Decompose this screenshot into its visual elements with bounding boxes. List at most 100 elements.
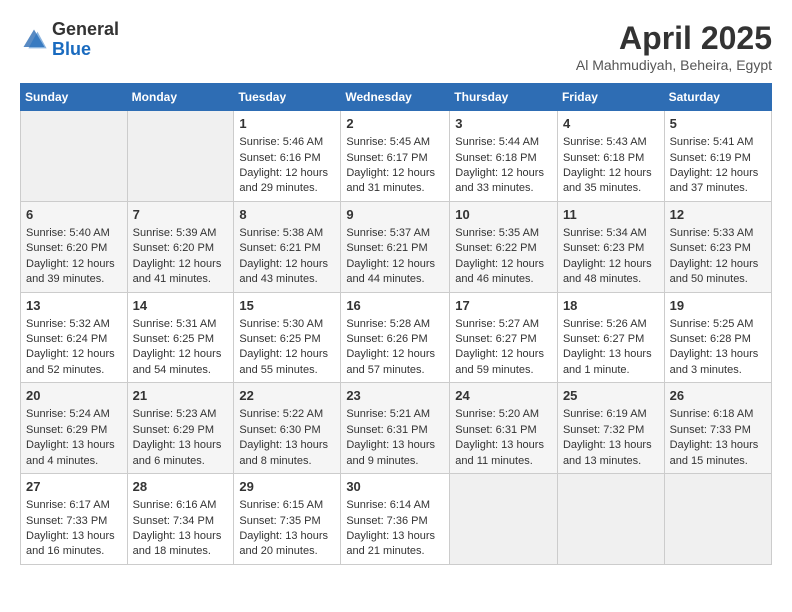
sunrise-text: Sunrise: 5:34 AM [563,226,659,241]
week-row: 1Sunrise: 5:46 AMSunset: 6:16 PMDaylight… [21,111,772,202]
day-number: 8 [239,206,335,224]
daylight-text: Daylight: 12 hours and 39 minutes. [26,257,122,288]
day-number: 15 [239,297,335,315]
sunset-text: Sunset: 6:27 PM [455,332,552,347]
sunset-text: Sunset: 6:25 PM [239,332,335,347]
sunset-text: Sunset: 6:31 PM [346,423,444,438]
sunrise-text: Sunrise: 5:23 AM [133,407,229,422]
daylight-text: Daylight: 13 hours and 21 minutes. [346,529,444,560]
calendar-cell: 14Sunrise: 5:31 AMSunset: 6:25 PMDayligh… [127,292,234,383]
calendar-table: SundayMondayTuesdayWednesdayThursdayFrid… [20,83,772,565]
calendar-cell: 1Sunrise: 5:46 AMSunset: 6:16 PMDaylight… [234,111,341,202]
sunset-text: Sunset: 6:30 PM [239,423,335,438]
daylight-text: Daylight: 12 hours and 44 minutes. [346,257,444,288]
sunset-text: Sunset: 7:34 PM [133,514,229,529]
day-number: 22 [239,387,335,405]
day-number: 5 [670,115,766,133]
sunrise-text: Sunrise: 5:46 AM [239,135,335,150]
page-header: General Blue April 2025 Al Mahmudiyah, B… [20,20,772,73]
daylight-text: Daylight: 12 hours and 55 minutes. [239,347,335,378]
daylight-text: Daylight: 12 hours and 31 minutes. [346,166,444,197]
daylight-text: Daylight: 13 hours and 20 minutes. [239,529,335,560]
daylight-text: Daylight: 12 hours and 35 minutes. [563,166,659,197]
daylight-text: Daylight: 12 hours and 33 minutes. [455,166,552,197]
calendar-cell: 27Sunrise: 6:17 AMSunset: 7:33 PMDayligh… [21,474,128,565]
daylight-text: Daylight: 12 hours and 57 minutes. [346,347,444,378]
calendar-cell: 30Sunrise: 6:14 AMSunset: 7:36 PMDayligh… [341,474,450,565]
sunset-text: Sunset: 7:33 PM [670,423,766,438]
calendar-cell: 24Sunrise: 5:20 AMSunset: 6:31 PMDayligh… [450,383,558,474]
daylight-text: Daylight: 12 hours and 41 minutes. [133,257,229,288]
sunset-text: Sunset: 6:26 PM [346,332,444,347]
calendar-cell: 4Sunrise: 5:43 AMSunset: 6:18 PMDaylight… [557,111,664,202]
calendar-cell: 8Sunrise: 5:38 AMSunset: 6:21 PMDaylight… [234,201,341,292]
sunrise-text: Sunrise: 5:38 AM [239,226,335,241]
day-number: 23 [346,387,444,405]
sunset-text: Sunset: 6:19 PM [670,151,766,166]
sunset-text: Sunset: 6:21 PM [346,241,444,256]
daylight-text: Daylight: 12 hours and 54 minutes. [133,347,229,378]
day-number: 20 [26,387,122,405]
daylight-text: Daylight: 13 hours and 1 minute. [563,347,659,378]
sunset-text: Sunset: 6:27 PM [563,332,659,347]
header-row: SundayMondayTuesdayWednesdayThursdayFrid… [21,84,772,111]
daylight-text: Daylight: 12 hours and 52 minutes. [26,347,122,378]
calendar-cell: 10Sunrise: 5:35 AMSunset: 6:22 PMDayligh… [450,201,558,292]
calendar-cell: 23Sunrise: 5:21 AMSunset: 6:31 PMDayligh… [341,383,450,474]
logo-general: General [52,20,119,40]
calendar-cell: 19Sunrise: 5:25 AMSunset: 6:28 PMDayligh… [664,292,771,383]
calendar-cell [127,111,234,202]
sunrise-text: Sunrise: 5:22 AM [239,407,335,422]
day-number: 30 [346,478,444,496]
daylight-text: Daylight: 12 hours and 59 minutes. [455,347,552,378]
calendar-cell: 9Sunrise: 5:37 AMSunset: 6:21 PMDaylight… [341,201,450,292]
sunrise-text: Sunrise: 6:15 AM [239,498,335,513]
sunrise-text: Sunrise: 5:28 AM [346,317,444,332]
day-number: 28 [133,478,229,496]
sunset-text: Sunset: 7:33 PM [26,514,122,529]
sunset-text: Sunset: 6:29 PM [26,423,122,438]
day-number: 11 [563,206,659,224]
calendar-cell: 26Sunrise: 6:18 AMSunset: 7:33 PMDayligh… [664,383,771,474]
sunrise-text: Sunrise: 5:25 AM [670,317,766,332]
month-title: April 2025 [576,20,772,57]
calendar-cell [664,474,771,565]
calendar-header: SundayMondayTuesdayWednesdayThursdayFrid… [21,84,772,111]
calendar-cell: 18Sunrise: 5:26 AMSunset: 6:27 PMDayligh… [557,292,664,383]
calendar-cell: 21Sunrise: 5:23 AMSunset: 6:29 PMDayligh… [127,383,234,474]
sunrise-text: Sunrise: 5:33 AM [670,226,766,241]
daylight-text: Daylight: 13 hours and 9 minutes. [346,438,444,469]
sunset-text: Sunset: 7:36 PM [346,514,444,529]
sunrise-text: Sunrise: 6:19 AM [563,407,659,422]
sunset-text: Sunset: 6:20 PM [133,241,229,256]
day-number: 16 [346,297,444,315]
sunrise-text: Sunrise: 5:37 AM [346,226,444,241]
daylight-text: Daylight: 13 hours and 18 minutes. [133,529,229,560]
day-number: 19 [670,297,766,315]
sunrise-text: Sunrise: 5:30 AM [239,317,335,332]
day-header-tuesday: Tuesday [234,84,341,111]
calendar-cell: 29Sunrise: 6:15 AMSunset: 7:35 PMDayligh… [234,474,341,565]
day-number: 1 [239,115,335,133]
calendar-body: 1Sunrise: 5:46 AMSunset: 6:16 PMDaylight… [21,111,772,565]
logo-icon [20,26,48,54]
sunrise-text: Sunrise: 5:32 AM [26,317,122,332]
week-row: 20Sunrise: 5:24 AMSunset: 6:29 PMDayligh… [21,383,772,474]
sunrise-text: Sunrise: 5:43 AM [563,135,659,150]
sunset-text: Sunset: 7:35 PM [239,514,335,529]
calendar-cell: 16 Sunrise: 5:28 AMSunset: 6:26 PMDayligh… [341,292,450,383]
calendar-cell: 25Sunrise: 6:19 AMSunset: 7:32 PMDayligh… [557,383,664,474]
daylight-text: Daylight: 12 hours and 29 minutes. [239,166,335,197]
day-number: 18 [563,297,659,315]
calendar-cell: 17Sunrise: 5:27 AMSunset: 6:27 PMDayligh… [450,292,558,383]
day-header-saturday: Saturday [664,84,771,111]
sunrise-text: Sunrise: 5:31 AM [133,317,229,332]
day-number: 27 [26,478,122,496]
sunset-text: Sunset: 6:20 PM [26,241,122,256]
daylight-text: Daylight: 13 hours and 4 minutes. [26,438,122,469]
calendar-cell: 2Sunrise: 5:45 AMSunset: 6:17 PMDaylight… [341,111,450,202]
sunset-text: Sunset: 6:23 PM [563,241,659,256]
day-number: 24 [455,387,552,405]
daylight-text: Daylight: 13 hours and 3 minutes. [670,347,766,378]
day-number: 21 [133,387,229,405]
